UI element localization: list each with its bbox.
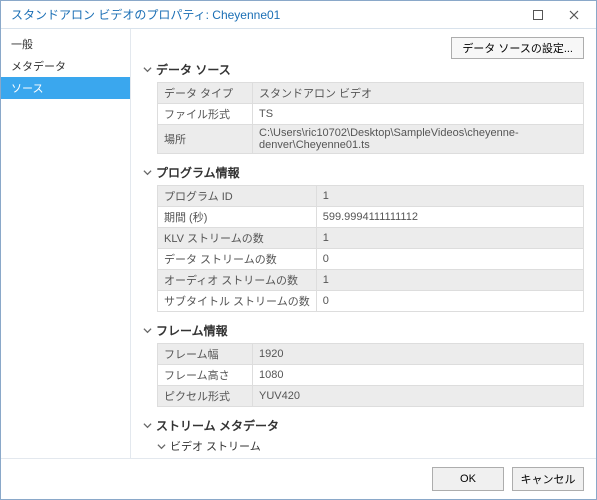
chevron-down-icon: [143, 168, 152, 177]
chevron-down-icon: [143, 65, 152, 74]
sidebar: 一般 メタデータ ソース: [1, 29, 131, 458]
dialog-body: 一般 メタデータ ソース データ ソースの設定... データ ソース データ タ…: [1, 29, 596, 458]
configure-data-source-button[interactable]: データ ソースの設定...: [451, 37, 584, 59]
section-header-stream-metadata[interactable]: ストリーム メタデータ: [143, 417, 584, 434]
table-data-source: データ タイプスタンドアロン ビデオ ファイル形式TS 場所C:\Users\r…: [157, 82, 584, 154]
cancel-button[interactable]: キャンセル: [512, 467, 584, 491]
section-title: データ ソース: [156, 61, 231, 78]
sidebar-item-source[interactable]: ソース: [1, 77, 130, 99]
table-row: データ ストリームの数0: [158, 249, 584, 270]
section-header-data-source[interactable]: データ ソース: [143, 61, 584, 78]
table-program-info: プログラム ID1 期間 (秒)599.9994111111112 KLV スト…: [157, 185, 584, 312]
table-frame-info: フレーム幅1920 フレーム高さ1080 ピクセル形式YUV420: [157, 343, 584, 407]
table-row: フレーム幅1920: [158, 344, 584, 365]
section-header-frame-info[interactable]: フレーム情報: [143, 322, 584, 339]
close-button[interactable]: [556, 1, 592, 28]
table-row: プログラム ID1: [158, 186, 584, 207]
subsection-video-stream: ビデオ ストリーム ストリーム インデックス0: [143, 438, 584, 458]
section-stream-metadata: ストリーム メタデータ ビデオ ストリーム ストリーム インデックス0 KLV …: [143, 417, 584, 458]
table-row: ファイル形式TS: [158, 104, 584, 125]
window-title: スタンドアロン ビデオのプロパティ: Cheyenne01: [11, 6, 520, 23]
table-row: データ タイプスタンドアロン ビデオ: [158, 83, 584, 104]
dialog-window: スタンドアロン ビデオのプロパティ: Cheyenne01 一般 メタデータ ソ…: [0, 0, 597, 500]
section-header-program-info[interactable]: プログラム情報: [143, 164, 584, 181]
ok-button[interactable]: OK: [432, 467, 504, 491]
table-row: KLV ストリームの数1: [158, 228, 584, 249]
section-header-video-stream[interactable]: ビデオ ストリーム: [157, 438, 584, 454]
sidebar-item-metadata[interactable]: メタデータ: [1, 55, 130, 77]
main-panel: データ ソースの設定... データ ソース データ タイプスタンドアロン ビデオ…: [131, 29, 596, 458]
section-data-source: データ ソース データ タイプスタンドアロン ビデオ ファイル形式TS 場所C:…: [143, 61, 584, 154]
table-row: ピクセル形式YUV420: [158, 386, 584, 407]
sidebar-item-general[interactable]: 一般: [1, 33, 130, 55]
section-title: ビデオ ストリーム: [170, 438, 261, 454]
section-frame-info: フレーム情報 フレーム幅1920 フレーム高さ1080 ピクセル形式YUV420: [143, 322, 584, 407]
square-icon: [533, 10, 543, 20]
maximize-button[interactable]: [520, 1, 556, 28]
dialog-footer: OK キャンセル: [1, 458, 596, 499]
table-row: フレーム高さ1080: [158, 365, 584, 386]
section-program-info: プログラム情報 プログラム ID1 期間 (秒)599.999411111111…: [143, 164, 584, 312]
table-row: オーディオ ストリームの数1: [158, 270, 584, 291]
section-title: プログラム情報: [156, 164, 240, 181]
table-row: サブタイトル ストリームの数0: [158, 291, 584, 312]
section-title: フレーム情報: [156, 322, 228, 339]
table-row: 場所C:\Users\ric10702\Desktop\SampleVideos…: [158, 125, 584, 154]
chevron-down-icon: [143, 326, 152, 335]
chevron-down-icon: [143, 421, 152, 430]
table-row: 期間 (秒)599.9994111111112: [158, 207, 584, 228]
close-icon: [569, 10, 579, 20]
chevron-down-icon: [157, 442, 166, 451]
title-bar: スタンドアロン ビデオのプロパティ: Cheyenne01: [1, 1, 596, 29]
section-title: ストリーム メタデータ: [156, 417, 279, 434]
